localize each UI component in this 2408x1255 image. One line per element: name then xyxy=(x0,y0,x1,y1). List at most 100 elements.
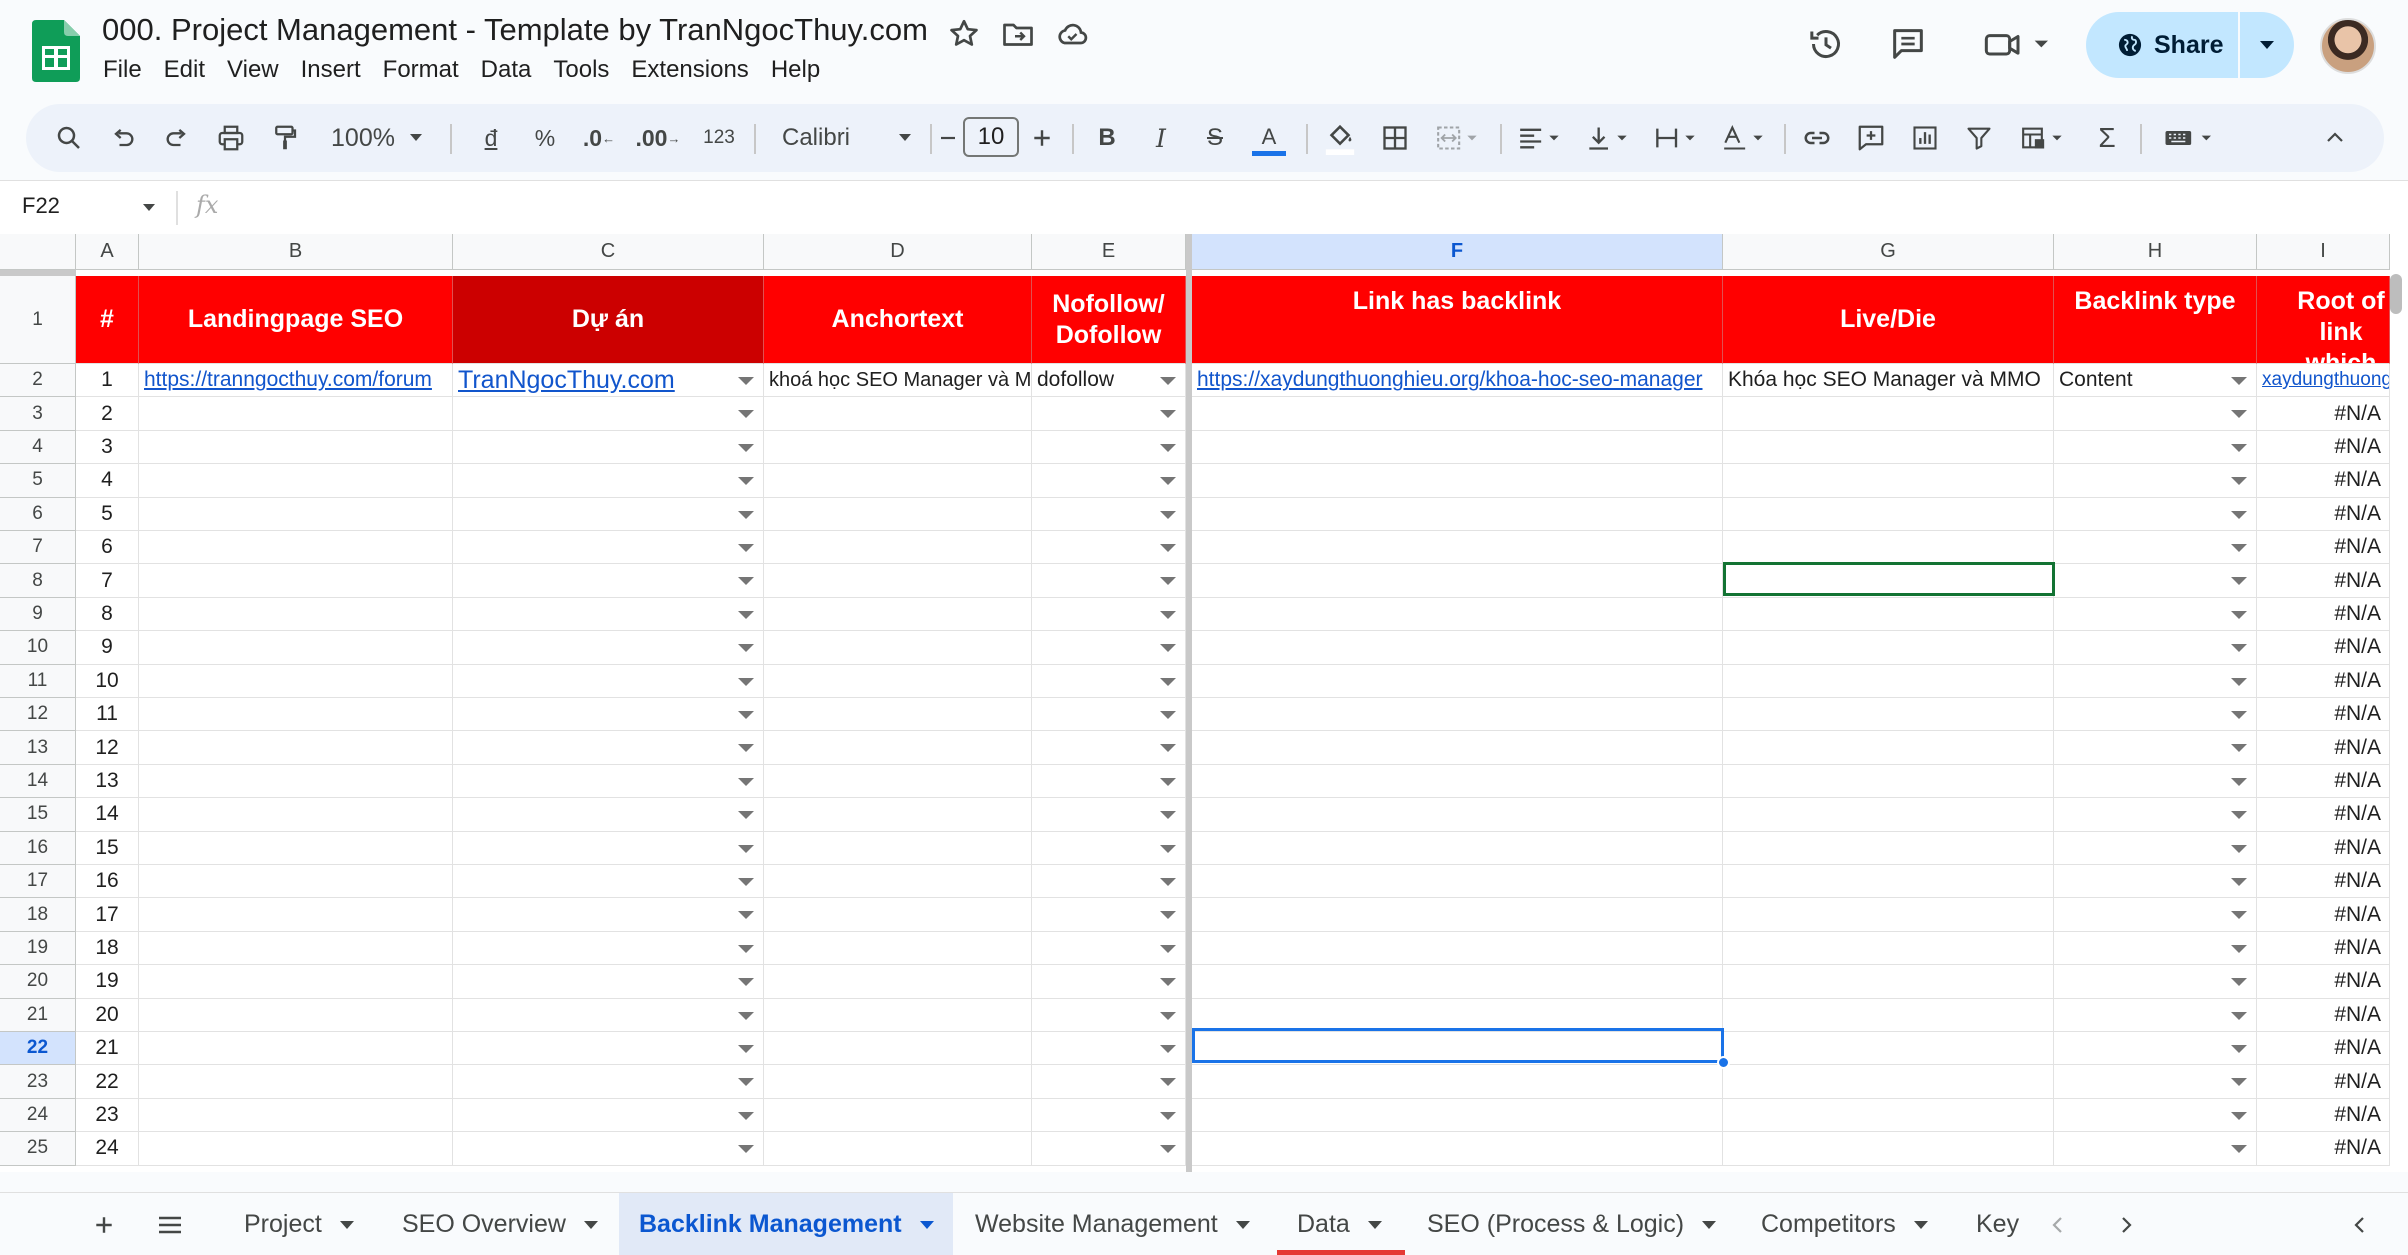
bold-button[interactable]: B xyxy=(1084,104,1130,172)
cell-empty[interactable] xyxy=(1723,497,2054,531)
cell-empty[interactable] xyxy=(2054,1065,2257,1099)
cell-empty[interactable] xyxy=(139,564,453,598)
cell-empty[interactable] xyxy=(1192,397,1723,431)
cell-empty[interactable] xyxy=(1192,564,1723,598)
cell-empty[interactable] xyxy=(1723,731,2054,765)
dropdown-chip-arrow-icon[interactable] xyxy=(2231,443,2247,452)
row-index-cell[interactable]: 5 xyxy=(76,497,139,531)
cell-empty[interactable] xyxy=(764,1065,1032,1099)
percent-format-button[interactable]: % xyxy=(522,104,568,172)
cell-empty[interactable] xyxy=(1723,397,2054,431)
cell-empty[interactable] xyxy=(453,631,764,665)
dropdown-chip-arrow-icon[interactable] xyxy=(738,1078,754,1087)
cell-empty[interactable] xyxy=(453,531,764,565)
dropdown-chip-arrow-icon[interactable] xyxy=(2231,677,2247,686)
print-icon[interactable] xyxy=(208,104,254,172)
dropdown-chip-arrow-icon[interactable] xyxy=(738,610,754,619)
cell-empty[interactable] xyxy=(764,1132,1032,1166)
cell-empty[interactable] xyxy=(139,1132,453,1166)
cell-empty[interactable] xyxy=(764,564,1032,598)
dropdown-chip-arrow-icon[interactable] xyxy=(738,844,754,853)
dropdown-chip-arrow-icon[interactable] xyxy=(1160,1011,1176,1020)
cell-empty[interactable] xyxy=(764,965,1032,999)
italic-button[interactable]: I xyxy=(1138,104,1184,172)
row-header-6[interactable]: 6 xyxy=(0,497,76,531)
dropdown-chip-arrow-icon[interactable] xyxy=(738,377,754,385)
sheet-tab-dropdown-icon[interactable] xyxy=(1367,1220,1382,1229)
cell-empty[interactable] xyxy=(764,865,1032,899)
cell-empty[interactable] xyxy=(139,1032,453,1066)
select-all-corner[interactable] xyxy=(0,234,76,270)
cell-empty[interactable] xyxy=(1192,998,1723,1032)
dropdown-chip-arrow-icon[interactable] xyxy=(2231,711,2247,719)
insert-comment-icon[interactable] xyxy=(1848,104,1894,172)
meet-camera-icon[interactable] xyxy=(1976,22,2060,66)
merge-cells-icon[interactable] xyxy=(1426,104,1490,172)
cell-empty[interactable] xyxy=(764,397,1032,431)
row-header-12[interactable]: 12 xyxy=(0,698,76,732)
dropdown-chip-arrow-icon[interactable] xyxy=(738,911,754,920)
increase-decimal-button[interactable]: .00 → xyxy=(630,104,686,172)
font-size-input[interactable]: 10 xyxy=(963,117,1019,157)
cell-empty[interactable] xyxy=(2054,898,2257,932)
sheet-tab-project[interactable]: Project xyxy=(224,1193,379,1255)
document-title[interactable]: 000. Project Management - Template by Tr… xyxy=(102,12,928,48)
dropdown-chip-arrow-icon[interactable] xyxy=(2231,544,2247,552)
cell-na-value[interactable]: #N/A xyxy=(2257,497,2390,531)
row-header-2[interactable]: 2 xyxy=(0,364,76,398)
fill-color-icon[interactable] xyxy=(1316,104,1364,172)
menu-view[interactable]: View xyxy=(216,54,290,90)
row-index-cell[interactable]: 2 xyxy=(76,397,139,431)
row-index-cell[interactable]: 6 xyxy=(76,531,139,565)
dropdown-chip-arrow-icon[interactable] xyxy=(1160,510,1176,519)
dropdown-chip-arrow-icon[interactable] xyxy=(1160,777,1176,786)
cell-empty[interactable] xyxy=(1192,531,1723,565)
dropdown-chip-arrow-icon[interactable] xyxy=(738,777,754,786)
cell-empty[interactable] xyxy=(139,831,453,865)
cell-empty[interactable] xyxy=(139,531,453,565)
row-header-19[interactable]: 19 xyxy=(0,931,76,966)
dropdown-chip-arrow-icon[interactable] xyxy=(1160,677,1176,686)
cell-empty[interactable] xyxy=(1723,430,2054,465)
cell-empty[interactable] xyxy=(1723,631,2054,665)
dropdown-chip-arrow-icon[interactable] xyxy=(2231,577,2247,586)
row-header-11[interactable]: 11 xyxy=(0,664,76,698)
cell-empty[interactable] xyxy=(764,531,1032,565)
cell-empty[interactable] xyxy=(1723,965,2054,999)
cell-empty[interactable] xyxy=(1723,1065,2054,1099)
cell-empty[interactable] xyxy=(139,898,453,932)
cell-empty[interactable] xyxy=(139,965,453,999)
cloud-saved-icon[interactable] xyxy=(1054,16,1090,52)
cell-empty[interactable] xyxy=(453,865,764,899)
column-header-i[interactable]: I xyxy=(2257,234,2390,270)
dropdown-chip-arrow-icon[interactable] xyxy=(1160,1078,1176,1087)
vertical-align-icon[interactable] xyxy=(1578,104,1638,172)
cell-empty[interactable] xyxy=(139,664,453,698)
cell-empty[interactable] xyxy=(453,931,764,966)
dropdown-chip-arrow-icon[interactable] xyxy=(738,711,754,719)
dropdown-chip-arrow-icon[interactable] xyxy=(2231,878,2247,886)
cell-empty[interactable] xyxy=(453,1098,764,1133)
column-header-e[interactable]: E xyxy=(1032,234,1186,270)
dropdown-chip-arrow-icon[interactable] xyxy=(2231,1045,2247,1053)
cell-empty[interactable] xyxy=(453,664,764,698)
dropdown-chip-arrow-icon[interactable] xyxy=(738,944,754,953)
cell-empty[interactable] xyxy=(139,698,453,732)
cell-empty[interactable] xyxy=(764,764,1032,799)
cell-empty[interactable] xyxy=(1723,798,2054,832)
fill-handle[interactable] xyxy=(1717,1056,1730,1069)
dropdown-chip-arrow-icon[interactable] xyxy=(738,1045,754,1053)
cell-empty[interactable] xyxy=(1192,865,1723,899)
cell-na-value[interactable]: #N/A xyxy=(2257,531,2390,565)
cell-empty[interactable] xyxy=(2054,664,2257,698)
row-index-cell[interactable]: 7 xyxy=(76,564,139,598)
add-sheet-icon[interactable] xyxy=(82,1193,126,1255)
cell-empty[interactable] xyxy=(1192,497,1723,531)
undo-icon[interactable] xyxy=(100,104,146,172)
cell-na-value[interactable]: #N/A xyxy=(2257,564,2390,598)
cell-empty[interactable] xyxy=(453,998,764,1032)
cell-empty[interactable] xyxy=(2054,597,2257,632)
cell-empty[interactable] xyxy=(453,898,764,932)
cell-empty[interactable] xyxy=(2054,965,2257,999)
row-header-9[interactable]: 9 xyxy=(0,597,76,632)
